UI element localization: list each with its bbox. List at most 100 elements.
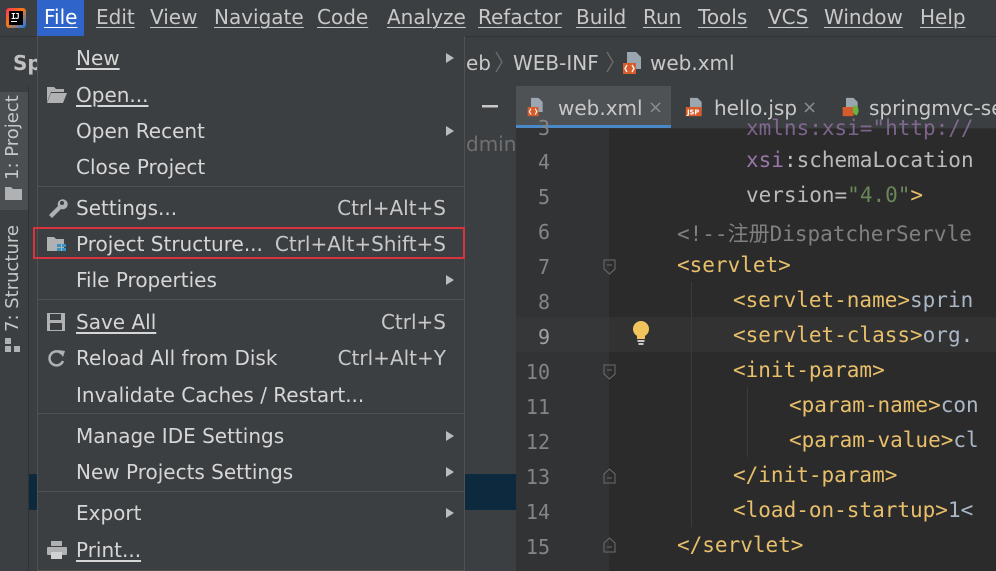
menu-tools[interactable]: Tools: [691, 0, 754, 36]
fold-marker-icon[interactable]: [603, 364, 616, 380]
menu-item-label: File Properties: [76, 268, 217, 292]
menu-separator: [38, 186, 464, 187]
xml-attribute: :schemaLocation: [783, 148, 974, 172]
xml-tag: <param-value>: [789, 428, 954, 452]
code-line-7: <servlet>: [677, 253, 791, 277]
menu-item-label: Print...: [76, 538, 142, 562]
code-line-13: </init-param>: [733, 463, 898, 487]
menu-item-save-all[interactable]: Save All Ctrl+S: [38, 304, 464, 340]
line-number-current: 9: [537, 325, 550, 349]
breadcrumb-web[interactable]: eb: [466, 37, 491, 86]
folder-open-icon: [47, 87, 67, 103]
jsp-file-icon: JSP: [685, 97, 702, 117]
code-line-6-comment: <!--注册DispatcherServle: [677, 222, 972, 246]
code-line-12: <param-value>cl: [789, 428, 979, 452]
line-number: 4: [537, 150, 550, 174]
xml-tag: <servlet-class>: [733, 323, 923, 347]
menu-navigate[interactable]: Navigate: [207, 0, 311, 36]
code-line-4: xsi:schemaLocation: [746, 148, 974, 172]
menu-item-manage-ide-settings[interactable]: Manage IDE Settings: [38, 418, 464, 454]
indent-guide: [747, 387, 748, 457]
menu-item-label: Invalidate Caches / Restart...: [76, 383, 365, 407]
code-line-15: </servlet>: [677, 533, 804, 557]
project-tab-label: 1: Project: [2, 95, 23, 180]
menu-item-export[interactable]: Export: [38, 495, 464, 531]
xml-tag: <servlet-name>: [733, 288, 911, 312]
menu-view[interactable]: View: [143, 0, 204, 36]
chevron-right-icon: [606, 51, 614, 73]
svg-text:JSP: JSP: [686, 109, 699, 117]
tool-window-structure-tab[interactable]: 7: Structure: [0, 225, 28, 354]
fold-marker-icon[interactable]: [603, 468, 616, 484]
menu-help[interactable]: Help: [913, 0, 973, 36]
menu-item-label: Close Project: [76, 155, 206, 179]
submenu-arrow-icon: [446, 275, 454, 285]
tree-node-text: dmin: [466, 132, 517, 156]
xml-equals: =: [834, 183, 848, 207]
menu-item-new-projects-settings[interactable]: New Projects Settings: [38, 454, 464, 490]
code-line-8: <servlet-name>sprin: [733, 288, 973, 312]
line-number: 10: [525, 360, 550, 384]
code-line-3: xmlns:xsi="http://: [746, 116, 974, 140]
menu-item-invalidate-caches[interactable]: Invalidate Caches / Restart...: [38, 377, 464, 413]
menu-separator: [38, 413, 464, 414]
menu-refactor[interactable]: Refactor: [471, 0, 569, 36]
line-number: 11: [525, 395, 550, 419]
minimize-icon[interactable]: [480, 98, 500, 114]
menu-window[interactable]: Window: [817, 0, 910, 36]
line-number: 5: [537, 185, 550, 209]
menu-item-label: Manage IDE Settings: [76, 424, 285, 448]
line-number: 3: [537, 116, 550, 140]
menu-item-file-properties[interactable]: File Properties: [38, 262, 464, 298]
submenu-arrow-icon: [446, 53, 454, 63]
submenu-arrow-icon: [446, 431, 454, 441]
menu-code[interactable]: Code: [310, 0, 375, 36]
menu-item-close-project[interactable]: Close Project: [38, 149, 464, 185]
line-number: 8: [537, 290, 550, 314]
menu-item-label: Export: [76, 501, 142, 525]
annotation-highlight-box: [33, 227, 465, 259]
code-line-9: <servlet-class>org.: [733, 323, 973, 347]
tool-window-project-tab[interactable]: 1: Project: [0, 92, 28, 210]
xml-file-icon: [527, 97, 543, 117]
menu-item-label: Open Recent: [76, 119, 205, 143]
xml-text: sprin: [910, 288, 974, 312]
xml-tag: <param-name>: [789, 393, 941, 417]
line-number: 6: [537, 220, 550, 244]
line-number: 15: [525, 535, 550, 559]
code-line-10: <init-param>: [733, 358, 885, 382]
menu-item-reload-all[interactable]: Reload All from Disk Ctrl+Alt+Y: [38, 340, 464, 376]
indent-guide: [691, 282, 692, 527]
code-line-5: version="4.0">: [746, 183, 923, 207]
menu-item-settings[interactable]: Settings... Ctrl+Alt+S: [38, 190, 464, 226]
xml-tag: <load-on-startup>: [733, 498, 948, 522]
save-icon: [47, 313, 65, 331]
menu-file[interactable]: File: [37, 0, 85, 36]
menu-item-open[interactable]: Open...: [38, 77, 464, 113]
breadcrumb-web-inf[interactable]: WEB-INF: [513, 37, 599, 86]
menu-item-label: Reload All from Disk: [76, 346, 278, 370]
intellij-logo-icon[interactable]: IJ: [6, 8, 26, 28]
xml-text: con: [940, 393, 979, 417]
tab-label: web.xml: [558, 96, 643, 120]
menu-item-new[interactable]: New: [38, 40, 464, 76]
close-icon[interactable]: ×: [648, 86, 663, 130]
menu-item-open-recent[interactable]: Open Recent: [38, 113, 464, 149]
menu-run[interactable]: Run: [636, 0, 688, 36]
menu-build[interactable]: Build: [569, 0, 633, 36]
menu-item-label: New Projects Settings: [76, 460, 294, 484]
fold-marker-icon[interactable]: [603, 259, 616, 275]
reload-icon: [48, 350, 65, 367]
code-line-11: <param-name>con: [789, 393, 979, 417]
submenu-arrow-icon: [446, 508, 454, 518]
structure-tab-label: 7: Structure: [2, 225, 23, 332]
xml-namespace: xsi: [746, 148, 784, 172]
fold-marker-icon[interactable]: [603, 537, 616, 553]
menu-edit[interactable]: Edit: [89, 0, 142, 36]
menu-separator: [38, 491, 464, 492]
menu-analyze[interactable]: Analyze: [380, 0, 473, 36]
menu-item-print[interactable]: Print...: [38, 532, 464, 568]
menu-vcs[interactable]: VCS: [761, 0, 815, 36]
breadcrumb-web-xml[interactable]: web.xml: [650, 37, 735, 86]
lightbulb-icon[interactable]: [631, 320, 651, 346]
